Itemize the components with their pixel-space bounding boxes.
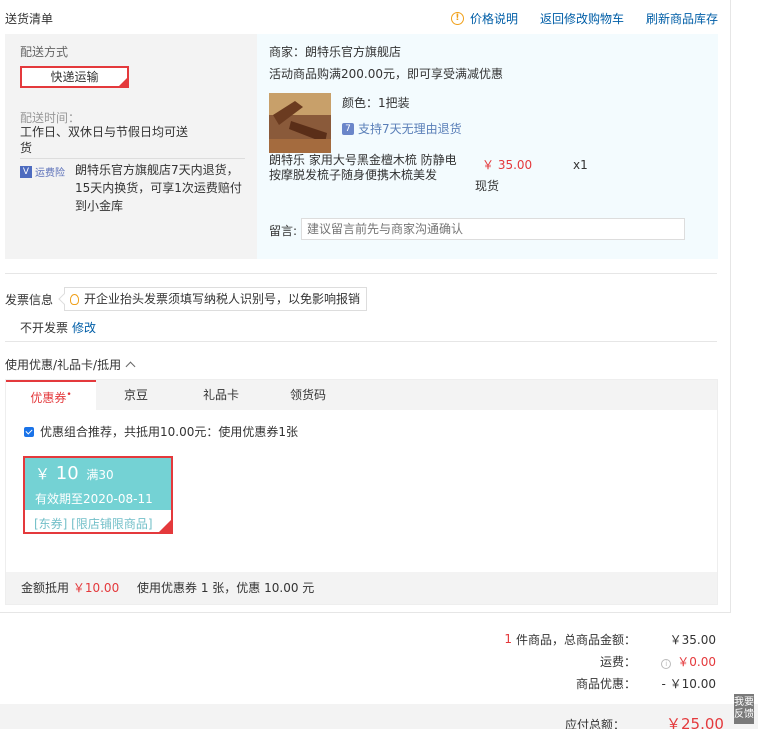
coupon-amount: ￥ 10 满30	[35, 463, 114, 484]
selected-corner-icon	[119, 78, 127, 86]
summary-discount: - ￥10.00	[661, 676, 717, 691]
price-explain-link[interactable]: 价格说明	[470, 10, 518, 27]
back-to-cart-link[interactable]: 返回修改购物车	[540, 10, 624, 27]
tab-gift-card-label: 礼品卡	[202, 388, 239, 402]
product-stock: 现货	[475, 179, 500, 193]
divider	[5, 273, 717, 274]
info-icon: !	[450, 12, 464, 25]
total-amount: ￥25.00	[666, 715, 724, 729]
summary-goods-label: 件商品，总商品金额：	[515, 632, 636, 647]
delivery-list-title: 送货清单	[5, 12, 54, 26]
coupon-tags: [东券] [限店铺限商品]	[34, 517, 153, 531]
summary-discount-row: 商品优惠： - ￥10.00	[316, 674, 716, 692]
tab-gift-card[interactable]: 礼品卡	[191, 380, 251, 410]
chevron-up-icon	[125, 361, 136, 372]
shipping-method-value: 快递运输	[50, 70, 99, 84]
tab-pickup-code-label: 领货码	[289, 388, 326, 402]
coupon-panel: 优惠券• 京豆 礼品卡 领货码 优惠组合推荐，共抵用10.00元：使用优惠券1张…	[5, 379, 718, 605]
return-policy-icon: 7	[342, 122, 354, 135]
divider	[20, 158, 245, 159]
product-thumbnail[interactable]	[269, 93, 331, 153]
summary-count: 1	[504, 632, 512, 646]
coupon-footer-detail: 使用优惠券 1 张，优惠 10.00 元	[137, 581, 315, 595]
divider	[5, 341, 717, 342]
recommend-checkbox[interactable]	[24, 426, 34, 437]
order-box: 配送方式 快递运输 配送时间： 工作日、双休日与节假日均可送货 V 运费险 朗特…	[5, 34, 718, 259]
selected-check-icon	[159, 520, 171, 532]
product-price: ￥ 35.00	[482, 158, 533, 172]
invoice-value: 不开发票	[20, 321, 69, 335]
promo-text: 活动商品购满200.00元，即可享受满减优惠	[269, 67, 503, 81]
feedback-button[interactable]: 我要反馈	[734, 694, 754, 724]
coupon-section-title: 使用优惠/礼品卡/抵用	[5, 358, 122, 372]
shipping-method-label: 配送方式	[20, 45, 69, 59]
tab-pickup-code[interactable]: 领货码	[278, 380, 338, 410]
freight-info-icon[interactable]: i	[661, 658, 672, 669]
coupon-expiry: 有效期至2020-08-11	[35, 492, 153, 506]
divider	[0, 612, 731, 613]
coupon-yen: ￥	[35, 465, 51, 483]
coupon-footer: 金额抵用 ￥10.00 使用优惠券 1 张，优惠 10.00 元	[6, 572, 717, 604]
recommend-row[interactable]: 优惠组合推荐，共抵用10.00元：使用优惠券1张	[24, 423, 298, 440]
content-right-border	[730, 0, 731, 612]
product-panel: 商家：朗特乐官方旗舰店 活动商品购满200.00元，即可享受满减优惠 颜色：1把…	[257, 34, 718, 259]
invoice-value-row: 不开发票 修改	[20, 319, 96, 336]
coupon-footer-amount: ￥10.00	[72, 581, 120, 595]
return-policy: 7 支持7天无理由退货	[342, 120, 462, 137]
shipping-panel: 配送方式 快递运输 配送时间： 工作日、双休日与节假日均可送货 V 运费险 朗特…	[5, 34, 253, 259]
invoice-tip-text: 开企业抬头发票须填写纳税人识别号，以免影响报销	[84, 292, 361, 306]
tab-coupons-label: 优惠券	[30, 391, 67, 405]
summary-goods-row: 1 件商品，总商品金额： ￥35.00	[316, 630, 716, 648]
product-color: 颜色：1把装	[342, 96, 410, 110]
seller-name: 商家：朗特乐官方旗舰店	[269, 45, 402, 59]
coupon-condition: 满30	[86, 468, 114, 482]
total-label: 应付总额：	[565, 718, 626, 729]
message-label: 留言:	[269, 224, 298, 238]
total-bar: 应付总额： ￥25.00	[0, 704, 758, 729]
return-policy-text: 支持7天无理由退货	[358, 122, 462, 136]
summary-discount-label: 商品优惠：	[575, 676, 636, 691]
shipping-method-button[interactable]: 快递运输	[20, 66, 129, 88]
tab-jingdou[interactable]: 京豆	[106, 380, 166, 410]
invoice-label: 发票信息	[5, 293, 54, 307]
coupon-section-toggle[interactable]: 使用优惠/礼品卡/抵用	[5, 356, 136, 373]
recommend-text: 优惠组合推荐，共抵用10.00元：使用优惠券1张	[40, 425, 298, 439]
coupon-card[interactable]: ￥ 10 满30 有效期至2020-08-11 [东券] [限店铺限商品]	[23, 456, 173, 534]
coupon-value: 10	[55, 463, 79, 484]
summary-freight-cell: i ￥0.00	[636, 653, 716, 670]
freight-insurance-badge: V 运费险	[20, 164, 65, 179]
summary-freight-row: 运费： i ￥0.00	[316, 652, 716, 670]
tab-coupons[interactable]: 优惠券•	[6, 380, 96, 410]
lightbulb-icon	[70, 293, 79, 305]
freight-insurance-icon: V	[20, 165, 32, 178]
tab-mark: •	[66, 390, 72, 400]
delivery-time-value: 工作日、双休日与节假日均可送货	[20, 125, 189, 155]
message-input[interactable]	[301, 218, 685, 240]
freight-insurance-text: 朗特乐官方旗舰店7天内退货，15天内换货，可享1次运费赔付到小金库	[75, 163, 242, 213]
tab-jingdou-label: 京豆	[123, 388, 148, 402]
tip-arrow	[58, 293, 70, 305]
summary-freight: ￥0.00	[677, 654, 716, 669]
coupon-footer-label: 金额抵用	[21, 581, 70, 595]
invoice-edit-link[interactable]: 修改	[72, 321, 96, 335]
coupon-card-top: ￥ 10 满30 有效期至2020-08-11	[25, 458, 171, 510]
freight-insurance-label: 运费险	[35, 168, 65, 179]
product-name[interactable]: 朗特乐 家用大号黑金檀木梳 防静电按摩脱发梳子随身便携木梳美发	[269, 153, 459, 183]
refresh-stock-link[interactable]: 刷新商品库存	[646, 10, 718, 27]
summary-freight-label: 运费：	[599, 654, 636, 669]
invoice-tip: 开企业抬头发票须填写纳税人识别号，以免影响报销	[58, 287, 368, 311]
summary-goods-total: ￥35.00	[669, 632, 716, 647]
delivery-list-header: 送货清单 ! 价格说明 返回修改购物车 刷新商品库存	[5, 10, 718, 30]
coupon-tabs: 优惠券• 京豆 礼品卡 领货码	[6, 380, 717, 410]
product-qty: x1	[573, 158, 588, 172]
